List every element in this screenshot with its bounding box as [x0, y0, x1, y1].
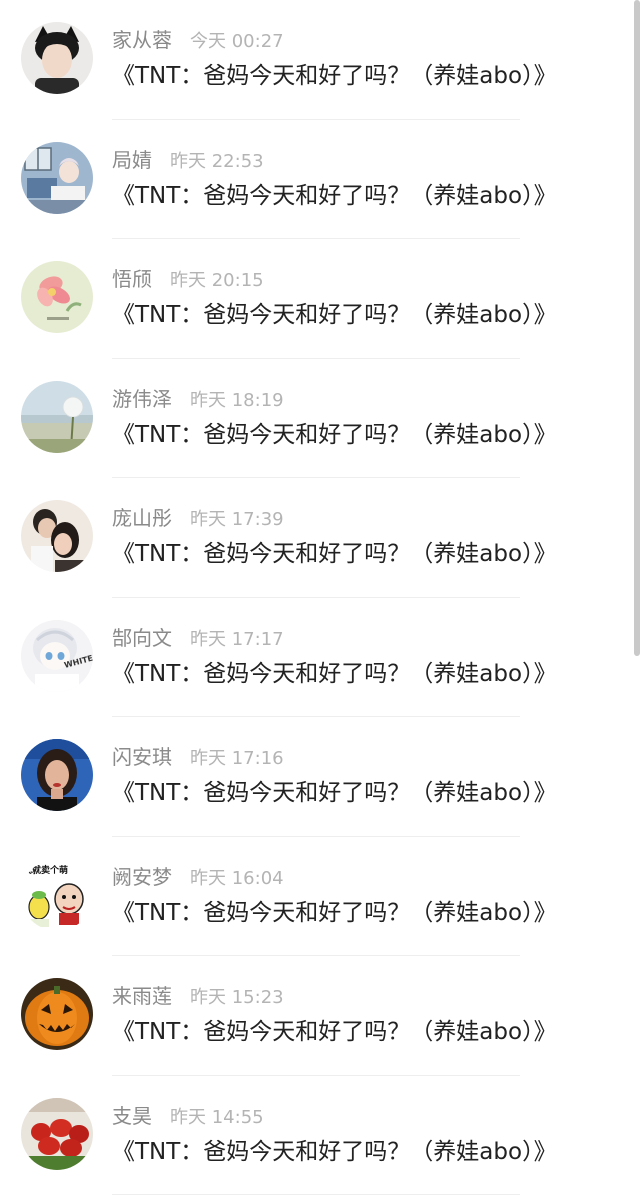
comment-text: 《TNT：爸妈今天和好了吗？（养娃abo）》 [112, 182, 557, 209]
comment-text: 《TNT：爸妈今天和好了吗？（养娃abo）》 [112, 1138, 557, 1165]
comment-text: 《TNT：爸妈今天和好了吗？（养娃abo）》 [112, 899, 557, 926]
avatar-anime-white-icon[interactable]: WHITE [21, 619, 93, 692]
username[interactable]: 来雨莲 [112, 984, 172, 1008]
timestamp: 昨天 18:19 [190, 389, 284, 411]
timestamp: 昨天 22:53 [170, 150, 264, 172]
comment-item[interactable]: 庞山彤 昨天 17:39 《TNT：爸妈今天和好了吗？（养娃abo）》 [0, 478, 640, 598]
timestamp: 昨天 16:04 [190, 867, 284, 889]
avatar-cartoon-icon[interactable]: 成就卖个萌 [21, 858, 93, 931]
avatar-caption: 成就卖个萌 [23, 864, 68, 876]
timestamp: 昨天 17:39 [190, 509, 284, 530]
username[interactable]: 局婧 [112, 148, 152, 172]
timestamp: 昨天 20:15 [170, 270, 264, 291]
timestamp: 今天 00:27 [190, 31, 284, 52]
avatar-anime-room-icon[interactable] [21, 141, 93, 214]
comment-text: 《TNT：爸妈今天和好了吗？（养娃abo）》 [112, 302, 557, 328]
username[interactable]: 阙安梦 [112, 865, 172, 889]
comment-meta: 来雨莲 昨天 15:23 [112, 982, 284, 1010]
comment-item[interactable]: 来雨莲 昨天 15:23 《TNT：爸妈今天和好了吗？（养娃abo）》 [0, 956, 640, 1076]
comment-meta: 庞山彤 昨天 17:39 [112, 504, 284, 532]
username[interactable]: 家从蓉 [112, 28, 172, 52]
comment-meta: 悟颀 昨天 20:15 [112, 265, 264, 293]
username[interactable]: 庞山彤 [112, 506, 172, 530]
comment-meta: 支昊 昨天 14:55 [112, 1102, 264, 1130]
comment-item[interactable]: WHITE 郜向文 昨天 17:17 《TNT：爸妈今天和好了吗？（养娃abo）》 [0, 598, 640, 717]
timestamp: 昨天 14:55 [170, 1106, 264, 1128]
comment-text: 《TNT：爸妈今天和好了吗？（养娃abo）》 [112, 660, 557, 687]
avatar-food-icon[interactable] [21, 1097, 93, 1170]
comment-text: 《TNT：爸妈今天和好了吗？（养娃abo）》 [112, 1019, 557, 1045]
avatar-woman-icon[interactable] [21, 739, 93, 811]
comment-item[interactable]: 局婧 昨天 22:53 《TNT：爸妈今天和好了吗？（养娃abo）》 [0, 120, 640, 239]
username[interactable]: 悟颀 [112, 267, 152, 291]
comment-meta: 闪安琪 昨天 17:16 [112, 743, 284, 771]
avatar-pumpkin-icon[interactable] [21, 978, 93, 1050]
username[interactable]: 支昊 [112, 1104, 152, 1128]
comment-list: 家从蓉 今天 00:27 《TNT：爸妈今天和好了吗？（养娃abo）》 局婧 昨天 … [0, 0, 640, 1195]
timestamp: 昨天 17:17 [190, 628, 284, 650]
username[interactable]: 郜向文 [112, 626, 172, 650]
avatar-dandelion-icon[interactable] [21, 380, 93, 453]
comment-item[interactable]: 闪安琪 昨天 17:16 《TNT：爸妈今天和好了吗？（养娃abo）》 [0, 717, 640, 837]
comment-text: 《TNT：爸妈今天和好了吗？（养娃abo）》 [112, 421, 557, 448]
timestamp: 昨天 17:16 [190, 748, 284, 769]
comment-meta: 局婧 昨天 22:53 [112, 146, 264, 174]
comment-text: 《TNT：爸妈今天和好了吗？（养娃abo）》 [112, 780, 557, 806]
comment-item[interactable]: 悟颀 昨天 20:15 《TNT：爸妈今天和好了吗？（养娃abo）》 [0, 239, 640, 359]
avatar-couple-icon[interactable] [21, 500, 93, 572]
comment-meta: 家从蓉 今天 00:27 [112, 26, 284, 54]
avatar-flower-icon[interactable] [21, 261, 93, 333]
avatar-boy-icon[interactable] [21, 22, 93, 94]
username[interactable]: 游伟泽 [112, 387, 172, 411]
scrollbar[interactable] [634, 0, 640, 656]
comment-item[interactable]: 游伟泽 昨天 18:19 《TNT：爸妈今天和好了吗？（养娃abo）》 [0, 359, 640, 478]
comment-item[interactable]: 支昊 昨天 14:55 《TNT：爸妈今天和好了吗？（养娃abo）》 [0, 1076, 640, 1195]
comment-text: 《TNT：爸妈今天和好了吗？（养娃abo）》 [112, 63, 557, 89]
divider [112, 1194, 520, 1195]
username[interactable]: 闪安琪 [112, 745, 172, 769]
comment-item[interactable]: 成就卖个萌 阙安梦 昨天 16:04 《TNT：爸妈今天和好了吗？（养娃abo）》 [0, 837, 640, 956]
comment-meta: 郜向文 昨天 17:17 [112, 624, 284, 652]
comment-meta: 游伟泽 昨天 18:19 [112, 385, 284, 413]
comment-item[interactable]: 家从蓉 今天 00:27 《TNT：爸妈今天和好了吗？（养娃abo）》 [0, 0, 640, 120]
timestamp: 昨天 15:23 [190, 987, 284, 1008]
comment-meta: 阙安梦 昨天 16:04 [112, 863, 284, 891]
comment-text: 《TNT：爸妈今天和好了吗？（养娃abo）》 [112, 541, 557, 567]
